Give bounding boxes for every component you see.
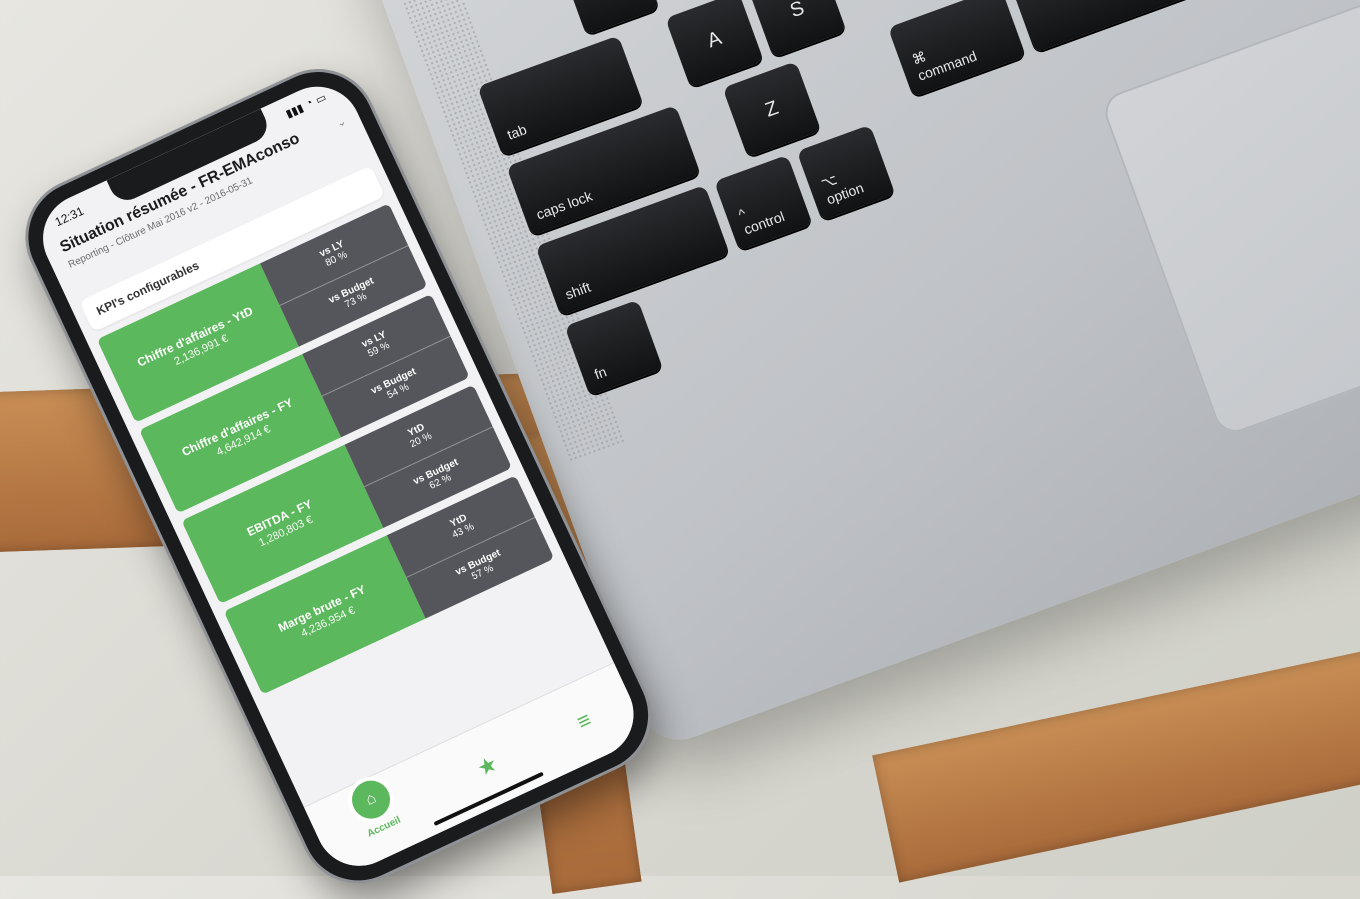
tab-accueil[interactable]: ⌂ Accueil xyxy=(345,773,403,840)
table-wood-beam-right xyxy=(872,647,1360,883)
key-command[interactable]: ⌘ command xyxy=(887,0,1026,98)
tab-favorites[interactable]: ★ xyxy=(473,750,502,782)
trackpad[interactable] xyxy=(1099,0,1360,439)
key-control[interactable]: ^ control xyxy=(713,154,813,251)
tab-menu[interactable]: ≡ xyxy=(573,707,596,736)
key-option[interactable]: ⌥ option xyxy=(796,124,896,221)
key-a[interactable]: A xyxy=(665,0,764,88)
home-icon: ⌂ xyxy=(345,773,397,825)
key-z[interactable]: Z xyxy=(722,61,822,158)
signal-icon: ▮▮▮ xyxy=(284,102,306,121)
star-icon: ★ xyxy=(472,750,502,782)
hamburger-menu-icon: ≡ xyxy=(572,706,596,735)
